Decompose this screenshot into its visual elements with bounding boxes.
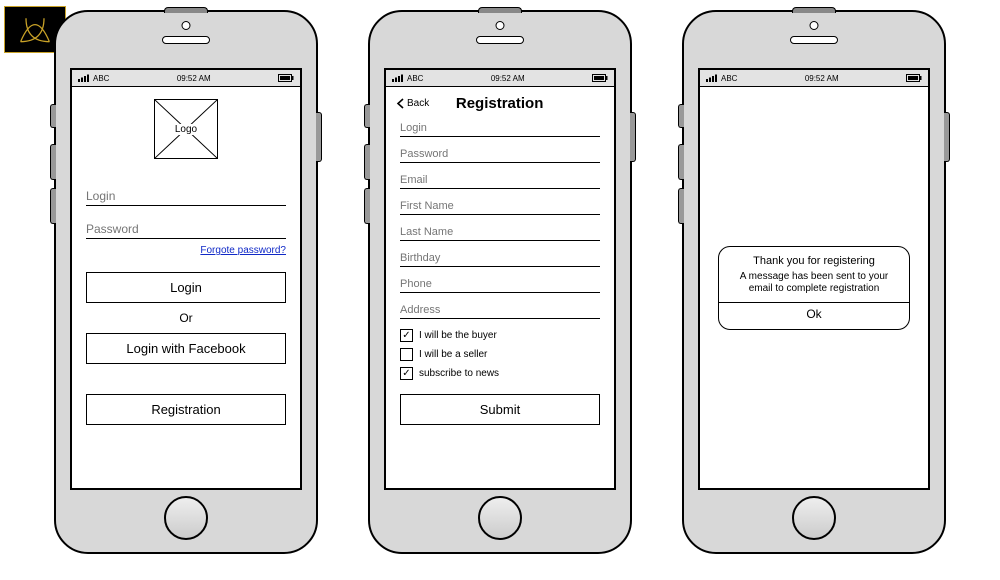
checkbox-buyer[interactable]: ✓ I will be the buyer — [400, 329, 600, 342]
chevron-left-icon — [396, 98, 405, 109]
carrier-label: ABC — [407, 74, 423, 83]
home-button[interactable] — [164, 496, 208, 540]
checkbox-icon: ✓ — [400, 367, 413, 380]
mockup-registration: ABC 09:52 AM Back Registration — [368, 10, 632, 554]
password-field[interactable] — [400, 146, 600, 163]
clock-label: 09:52 AM — [177, 74, 211, 83]
battery-icon — [906, 74, 922, 82]
clock-label: 09:52 AM — [805, 74, 839, 83]
carrier-label: ABC — [721, 74, 737, 83]
dialog-title: Thank you for registering — [729, 255, 899, 267]
facebook-login-button[interactable]: Login with Facebook — [86, 333, 286, 364]
phone-field[interactable] — [400, 276, 600, 293]
forgot-password-link[interactable]: Forgote password? — [200, 245, 286, 256]
signal-icon — [392, 74, 404, 82]
mockup-confirmation: ABC 09:52 AM Thank you for registering A… — [682, 10, 946, 554]
back-label: Back — [407, 98, 429, 109]
home-button[interactable] — [792, 496, 836, 540]
checkbox-seller[interactable]: I will be a seller — [400, 348, 600, 361]
status-bar: ABC 09:52 AM — [386, 70, 614, 87]
mockup-login: ABC 09:52 AM Logo For — [54, 10, 318, 554]
home-button[interactable] — [478, 496, 522, 540]
battery-icon — [592, 74, 608, 82]
battery-icon — [278, 74, 294, 82]
login-field[interactable] — [400, 120, 600, 137]
back-button[interactable]: Back — [396, 98, 429, 109]
checkbox-icon: ✓ — [400, 329, 413, 342]
status-bar: ABC 09:52 AM — [700, 70, 928, 87]
submit-button[interactable]: Submit — [400, 394, 600, 425]
checkbox-news[interactable]: ✓ subscribe to news — [400, 367, 600, 380]
email-field[interactable] — [400, 172, 600, 189]
clock-label: 09:52 AM — [491, 74, 525, 83]
checkbox-label: subscribe to news — [419, 368, 499, 379]
signal-icon — [706, 74, 718, 82]
last-name-field[interactable] — [400, 224, 600, 241]
checkbox-label: I will be a seller — [419, 349, 487, 360]
password-field[interactable] — [86, 220, 286, 239]
signal-icon — [78, 74, 90, 82]
status-bar: ABC 09:52 AM — [72, 70, 300, 87]
checkbox-label: I will be the buyer — [419, 330, 497, 341]
registration-button[interactable]: Registration — [86, 394, 286, 425]
or-separator: Or — [179, 311, 192, 325]
birthday-field[interactable] — [400, 250, 600, 267]
confirmation-dialog: Thank you for registering A message has … — [718, 246, 910, 330]
login-button[interactable]: Login — [86, 272, 286, 303]
ok-button[interactable]: Ok — [719, 302, 909, 321]
logo-placeholder: Logo — [154, 99, 218, 159]
login-field[interactable] — [86, 187, 286, 206]
page-title: Registration — [456, 95, 574, 112]
checkbox-icon — [400, 348, 413, 361]
address-field[interactable] — [400, 302, 600, 319]
dialog-body: A message has been sent to your email to… — [729, 271, 899, 296]
carrier-label: ABC — [93, 74, 109, 83]
logo-text: Logo — [173, 124, 199, 135]
first-name-field[interactable] — [400, 198, 600, 215]
